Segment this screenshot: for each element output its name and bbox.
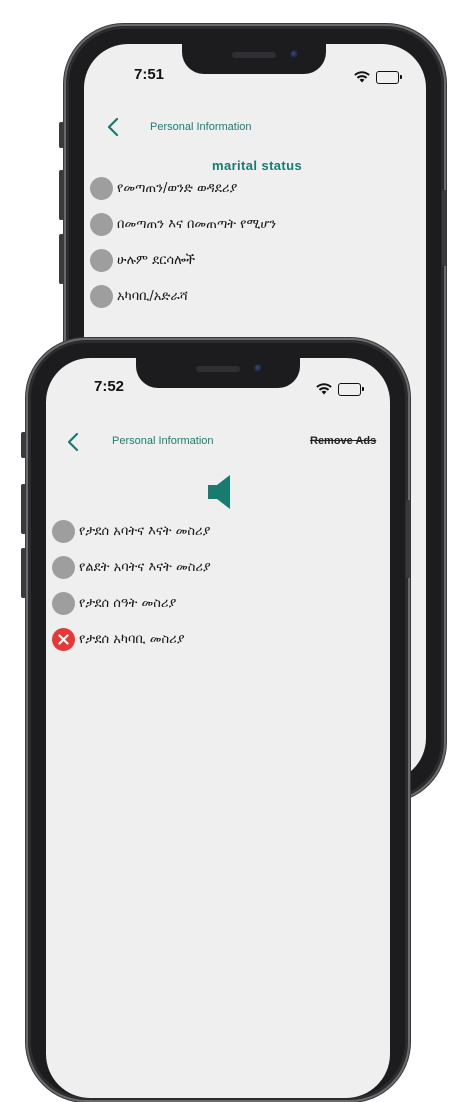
option-radio[interactable]: [52, 556, 75, 579]
option-label: የታደሰ ሰዓት መስሪያ: [79, 596, 177, 611]
mute-switch: [21, 432, 26, 458]
power-button: [442, 190, 447, 266]
option-label: የልደት አባትና እናት መስሪያ: [79, 560, 211, 575]
speaker-icon: [208, 475, 230, 509]
option-radio[interactable]: [52, 520, 75, 543]
chevron-left-icon: [107, 117, 119, 137]
status-time: 7:52: [94, 378, 125, 395]
close-icon: [58, 634, 69, 645]
option-item[interactable]: ሁሉም ደርሳሎች: [90, 249, 195, 272]
chevron-left-icon: [67, 432, 79, 452]
option-label: አካባቢ/አድራሻ: [117, 289, 188, 304]
option-label: የመጣጠን/ወንድ ወዳደሪያ: [117, 181, 238, 196]
option-label: የታደሰ አባትና እናት መስሪያ: [79, 524, 211, 539]
status-time: 7:51: [134, 66, 165, 83]
battery-icon: [376, 71, 402, 84]
status-icons: [316, 380, 364, 399]
nav-title: Personal Information: [150, 121, 252, 133]
option-item[interactable]: በመጣጠን እና በመጠጣት የሚሆን: [90, 213, 276, 236]
option-item[interactable]: የመጣጠን/ወንድ ወዳደሪያ: [90, 177, 237, 200]
wifi-icon: [316, 380, 332, 399]
option-radio[interactable]: [90, 177, 113, 200]
status-icons: [354, 68, 402, 87]
option-label: ሁሉም ደርሳሎች: [117, 253, 196, 268]
front-phone-screen: 7:52 Personal Information Remove Ads የታደ…: [46, 358, 390, 1098]
play-audio-button[interactable]: [206, 474, 236, 514]
option-item[interactable]: አካባቢ/አድራሻ: [90, 285, 188, 308]
option-item[interactable]: የታደሰ አባትና እናት መስሪያ: [52, 520, 211, 543]
option-radio[interactable]: [52, 592, 75, 615]
notch: [136, 358, 300, 388]
option-radio[interactable]: [90, 213, 113, 236]
option-radio-wrong[interactable]: [52, 628, 75, 651]
earpiece-speaker: [232, 52, 276, 58]
option-label: የታደሰ አካባቢ መስሪያ: [79, 632, 185, 647]
option-item[interactable]: የልደት አባትና እናት መስሪያ: [52, 556, 211, 579]
option-radio[interactable]: [90, 285, 113, 308]
mute-switch: [59, 122, 64, 148]
earpiece-speaker: [196, 366, 240, 372]
battery-icon: [338, 383, 364, 396]
volume-down-button: [59, 234, 64, 284]
option-label: በመጣጠን እና በመጠጣት የሚሆን: [117, 217, 277, 232]
volume-up-button: [59, 170, 64, 220]
notch: [182, 44, 326, 74]
option-item[interactable]: የታደሰ ሰዓት መስሪያ: [52, 592, 176, 615]
volume-up-button: [21, 484, 26, 534]
back-button[interactable]: [62, 429, 84, 455]
volume-down-button: [21, 548, 26, 598]
option-item[interactable]: የታደሰ አካባቢ መስሪያ: [52, 628, 185, 651]
nav-title: Personal Information: [112, 435, 214, 447]
back-button[interactable]: [102, 114, 124, 140]
remove-ads-button[interactable]: Remove Ads: [310, 435, 376, 447]
option-radio[interactable]: [90, 249, 113, 272]
power-button: [406, 500, 411, 578]
front-camera: [254, 364, 263, 373]
front-phone-frame: 7:52 Personal Information Remove Ads የታደ…: [26, 338, 410, 1102]
section-title: marital status: [212, 158, 303, 173]
front-camera: [290, 50, 299, 59]
wifi-icon: [354, 68, 370, 87]
